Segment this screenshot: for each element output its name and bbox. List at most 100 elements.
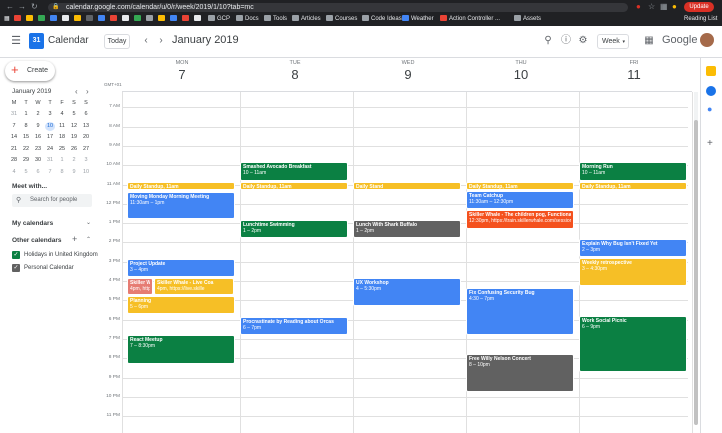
- holidays-checkbox[interactable]: ✓: [12, 251, 20, 259]
- maps-icon[interactable]: ●: [707, 104, 712, 114]
- mini-day[interactable]: 20: [80, 133, 92, 141]
- search-icon[interactable]: ⚲: [541, 34, 555, 48]
- mini-day[interactable]: 31: [44, 156, 56, 164]
- calendar-event[interactable]: Project Update 3 – 4pm: [127, 259, 235, 277]
- tasks-icon[interactable]: [706, 86, 716, 96]
- calendar-event[interactable]: Daily Standup, 11am: [466, 182, 574, 190]
- add-addon-icon[interactable]: +: [707, 138, 713, 149]
- gear-icon[interactable]: ⚙: [576, 34, 590, 48]
- mini-day[interactable]: 6: [32, 168, 44, 176]
- mini-day[interactable]: 21: [8, 145, 20, 153]
- chevron-left-icon[interactable]: ‹: [139, 34, 153, 48]
- mini-day[interactable]: 29: [20, 156, 32, 164]
- mini-day[interactable]: 25: [56, 145, 68, 153]
- mini-day[interactable]: 24: [44, 145, 56, 153]
- bookmark-gcp[interactable]: GCP: [208, 15, 230, 24]
- mini-day[interactable]: 23: [32, 145, 44, 153]
- mini-day[interactable]: 8: [56, 168, 68, 176]
- calendar-event[interactable]: Planning 5 – 6pm: [127, 296, 235, 314]
- calendar-event[interactable]: Daily Standup, 11am: [579, 182, 687, 190]
- bookmark-icon[interactable]: [134, 15, 143, 24]
- calendar-event[interactable]: Lunchtime Swimming 1 – 2pm: [240, 220, 348, 238]
- mini-day[interactable]: 3: [80, 156, 92, 164]
- bookmark-icon[interactable]: [146, 15, 155, 24]
- calendar-event[interactable]: Work Social Picnic 6 – 9pm: [579, 316, 687, 372]
- keep-icon[interactable]: [706, 66, 716, 76]
- bookmark-tools[interactable]: Tools: [264, 15, 287, 24]
- mini-day[interactable]: 15: [20, 133, 32, 141]
- calendar-event[interactable]: Skiller Whale - The children pog, Functi…: [466, 210, 574, 229]
- chevron-right-icon[interactable]: ›: [154, 34, 168, 48]
- bookmark-icon[interactable]: [50, 15, 59, 24]
- mini-day[interactable]: 10: [45, 121, 55, 131]
- mini-day[interactable]: 5: [20, 168, 32, 176]
- mini-day[interactable]: 4: [56, 110, 68, 118]
- mini-day[interactable]: 27: [80, 145, 92, 153]
- today-button[interactable]: Today: [104, 34, 130, 49]
- calendar-event[interactable]: Lunch With Shark Buffalo 1 – 2pm: [353, 220, 461, 238]
- bookmark-icon[interactable]: [170, 15, 179, 24]
- mini-day[interactable]: 5: [68, 110, 80, 118]
- bookmark-icon[interactable]: [86, 15, 95, 24]
- chevron-up-icon[interactable]: ⌃: [86, 236, 91, 243]
- reload-icon[interactable]: ↻: [31, 2, 38, 12]
- menu-icon[interactable]: ☰: [9, 34, 23, 48]
- calendar-event[interactable]: UX Workshop 4 – 5:30pm: [353, 278, 461, 306]
- calendar-event[interactable]: Procrastinate by Reading about Orcas 6 – …: [240, 317, 348, 335]
- mini-day[interactable]: 8: [20, 122, 32, 130]
- calendar-event[interactable]: Daily Stand11am: [353, 182, 461, 190]
- calendar-event[interactable]: Skiller Whale - Live Coa4pm, https://liv…: [127, 278, 153, 295]
- mini-day[interactable]: 26: [68, 145, 80, 153]
- calendar-event[interactable]: Team Catchup 11:30am – 12:30pm: [466, 191, 574, 209]
- bookmark-action-controller[interactable]: Action Controller ...: [440, 15, 500, 24]
- apps-icon[interactable]: ▦: [4, 15, 10, 24]
- forward-icon[interactable]: →: [18, 2, 26, 12]
- mini-day[interactable]: 3: [44, 110, 56, 118]
- calendar-event[interactable]: Morning Run 10 – 11am: [579, 162, 687, 181]
- bookmark-code-ideas[interactable]: Code Ideas: [362, 15, 402, 24]
- calendar-event[interactable]: Moving Monday Morning Meeting 11:30am – 1…: [127, 192, 235, 219]
- mini-day[interactable]: 6: [80, 110, 92, 118]
- mini-day[interactable]: 31: [8, 110, 20, 118]
- calendar-event[interactable]: Fix Confusing Security Bug 4:30 – 7pm: [466, 288, 574, 335]
- avatar-icon[interactable]: ●: [672, 2, 677, 12]
- mini-day[interactable]: 4: [8, 168, 20, 176]
- mini-day[interactable]: 7: [8, 122, 20, 130]
- bookmark-icon[interactable]: [158, 15, 167, 24]
- chevron-right-icon[interactable]: ›: [86, 87, 89, 96]
- mini-day[interactable]: 18: [56, 133, 68, 141]
- calendar-event[interactable]: Skiller Whale - Live Coa4pm, https://liv…: [154, 278, 234, 295]
- bookmark-icon[interactable]: [182, 15, 191, 24]
- add-calendar-icon[interactable]: +: [72, 234, 77, 244]
- create-button[interactable]: + Create: [5, 61, 55, 81]
- mini-day[interactable]: 22: [20, 145, 32, 153]
- bookmark-icon[interactable]: [74, 15, 83, 24]
- calendar-event[interactable]: Smashed Avocado Breakfast 10 – 11am: [240, 162, 348, 181]
- mini-day[interactable]: 13: [80, 122, 92, 130]
- mini-day[interactable]: 17: [44, 133, 56, 141]
- mini-day[interactable]: 1: [20, 110, 32, 118]
- mini-day[interactable]: 19: [68, 133, 80, 141]
- personal-checkbox[interactable]: ✓: [12, 264, 20, 272]
- calendar-event[interactable]: React Meetup 7 – 8:30pm: [127, 335, 235, 364]
- extension-icon[interactable]: ●: [636, 2, 641, 12]
- view-switcher[interactable]: Week ▾: [597, 34, 629, 49]
- calendar-event[interactable]: Weekly retrospective 3 – 4:30pm: [579, 258, 687, 286]
- bookmark-icon[interactable]: [62, 15, 71, 24]
- chevron-left-icon[interactable]: ‹: [75, 87, 78, 96]
- bookmark-courses[interactable]: Courses: [326, 15, 357, 24]
- bookmark-icon[interactable]: [122, 15, 131, 24]
- bookmark-icon[interactable]: [14, 15, 23, 24]
- calendar-event[interactable]: Daily Standup, 11am: [127, 182, 235, 190]
- reading-list[interactable]: Reading List: [684, 15, 717, 24]
- bookmark-articles[interactable]: Articles: [292, 15, 321, 24]
- bookmark-weather[interactable]: Weather: [402, 15, 434, 24]
- bookmark-icon[interactable]: [38, 15, 47, 24]
- mini-day[interactable]: 11: [56, 122, 68, 130]
- scrollbar-thumb[interactable]: [694, 120, 698, 425]
- address-bar[interactable]: calendar.google.com/calendar/u/0/r/week/…: [48, 3, 628, 12]
- bookmark-icon[interactable]: [194, 15, 203, 24]
- help-icon[interactable]: ⓘ: [559, 34, 573, 48]
- avatar[interactable]: [700, 33, 714, 47]
- puzzle-icon[interactable]: ▦: [660, 2, 668, 12]
